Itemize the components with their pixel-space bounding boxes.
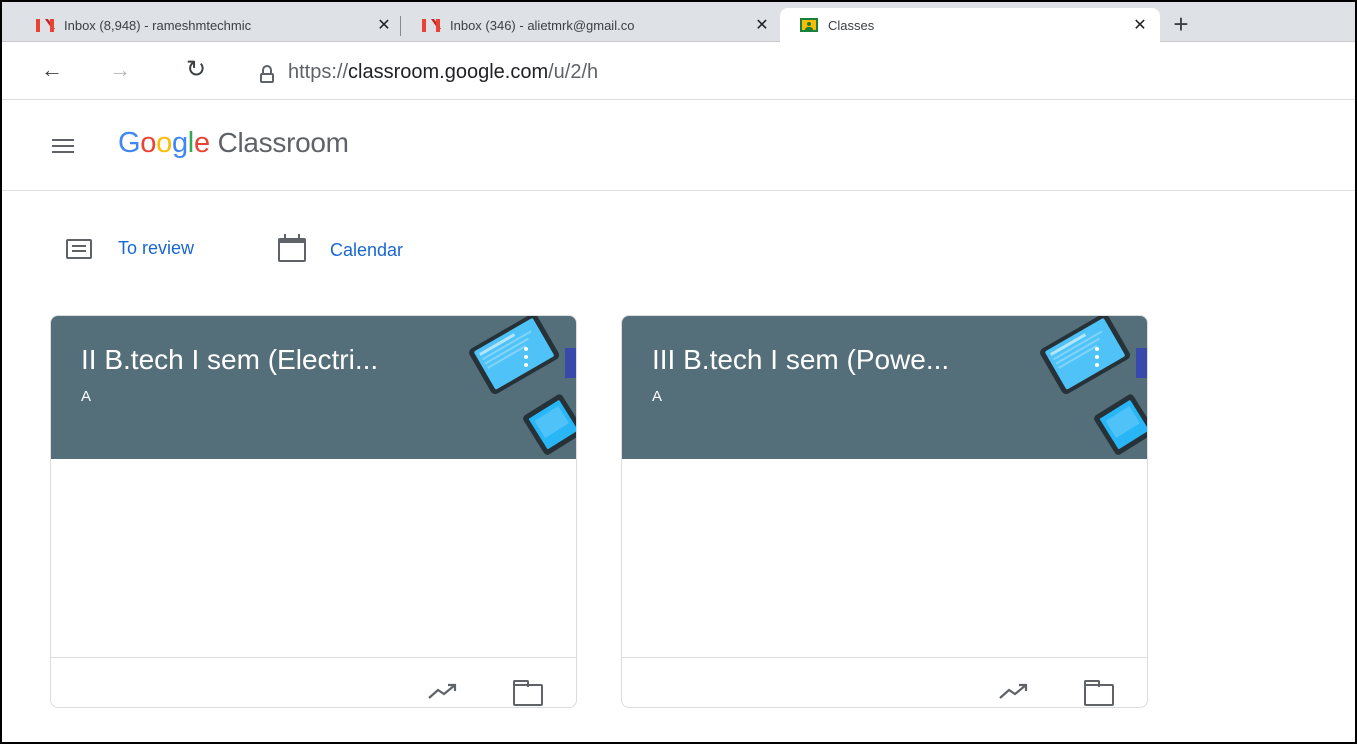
google-classroom-logo[interactable]: Google Classroom [118, 127, 349, 160]
url-host: classroom.google.com [348, 61, 549, 83]
navigation-bar: ← → ↻ https://classroom.google.com/u/2/h [2, 42, 1355, 100]
calendar-link[interactable]: Calendar [278, 234, 404, 262]
product-name: Classroom [217, 127, 349, 158]
url-scheme: https:// [288, 61, 349, 83]
classroom-icon [800, 18, 818, 32]
browser-window: Inbox (8,948) - rameshmtechmic ✕ Inbox (… [0, 0, 1357, 744]
tab-classes[interactable]: Classes ✕ [780, 8, 1160, 42]
tab-gmail-2[interactable]: Inbox (346) - alietmrk@gmail.co ✕ [402, 8, 782, 42]
trending-up-icon[interactable] [427, 682, 459, 700]
tab-title: Inbox (346) - alietmrk@gmail.co [450, 17, 635, 33]
class-section: A [652, 388, 663, 405]
class-card[interactable]: II B.tech I sem (Electri... A [50, 315, 577, 708]
tab-strip: Inbox (8,948) - rameshmtechmic ✕ Inbox (… [2, 2, 1355, 42]
class-title[interactable]: III B.tech I sem (Powe... [652, 344, 949, 376]
google-letter: e [193, 127, 210, 159]
to-review-link[interactable]: To review [66, 238, 194, 259]
class-section: A [81, 388, 92, 405]
close-icon[interactable]: ✕ [752, 15, 772, 35]
google-letter: o [140, 127, 157, 159]
tab-title: Inbox (8,948) - rameshmtechmic [64, 17, 252, 33]
url-text: https://classroom.google.com/u/2/h [288, 61, 598, 84]
address-bar[interactable]: https://classroom.google.com/u/2/h [238, 56, 1338, 92]
reload-button[interactable]: ↻ [180, 54, 212, 86]
calendar-label: Calendar [330, 239, 404, 260]
devices-illustration [469, 316, 576, 455]
class-card[interactable]: III B.tech I sem (Powe... A [621, 315, 1148, 708]
new-tab-button[interactable]: + [1166, 10, 1196, 40]
gmail-icon [422, 18, 440, 32]
gmail-icon [36, 18, 54, 32]
tab-divider [400, 16, 401, 36]
close-icon[interactable]: ✕ [374, 15, 394, 35]
main-menu-icon[interactable] [52, 139, 74, 155]
google-wordmark: Google [118, 127, 210, 159]
tab-title: Classes [828, 17, 875, 33]
devices-illustration [1040, 316, 1147, 455]
class-card-footer [51, 657, 576, 707]
calendar-icon [278, 234, 306, 262]
more-options-icon[interactable] [1085, 344, 1109, 374]
app-header: Google Classroom [2, 101, 1355, 191]
google-letter: G [118, 127, 141, 159]
forward-button[interactable]: → [104, 54, 136, 86]
tab-gmail-1[interactable]: Inbox (8,948) - rameshmtechmic ✕ [16, 8, 404, 42]
to-review-label: To review [118, 238, 195, 258]
trending-up-icon[interactable] [998, 682, 1030, 700]
review-icon [66, 238, 92, 259]
class-title[interactable]: II B.tech I sem (Electri... [81, 344, 378, 376]
back-button[interactable]: ← [36, 54, 68, 86]
google-letter: g [171, 127, 188, 159]
google-letter: o [156, 127, 172, 159]
class-card-banner[interactable]: II B.tech I sem (Electri... A [51, 316, 576, 459]
more-options-icon[interactable] [514, 344, 538, 374]
lock-icon[interactable] [260, 65, 274, 83]
class-card-footer [622, 657, 1147, 707]
close-icon[interactable]: ✕ [1130, 15, 1150, 35]
folder-icon[interactable] [1084, 680, 1114, 706]
url-path: /u/2/h [548, 61, 599, 83]
folder-icon[interactable] [513, 680, 543, 706]
class-card-banner[interactable]: III B.tech I sem (Powe... A [622, 316, 1147, 459]
